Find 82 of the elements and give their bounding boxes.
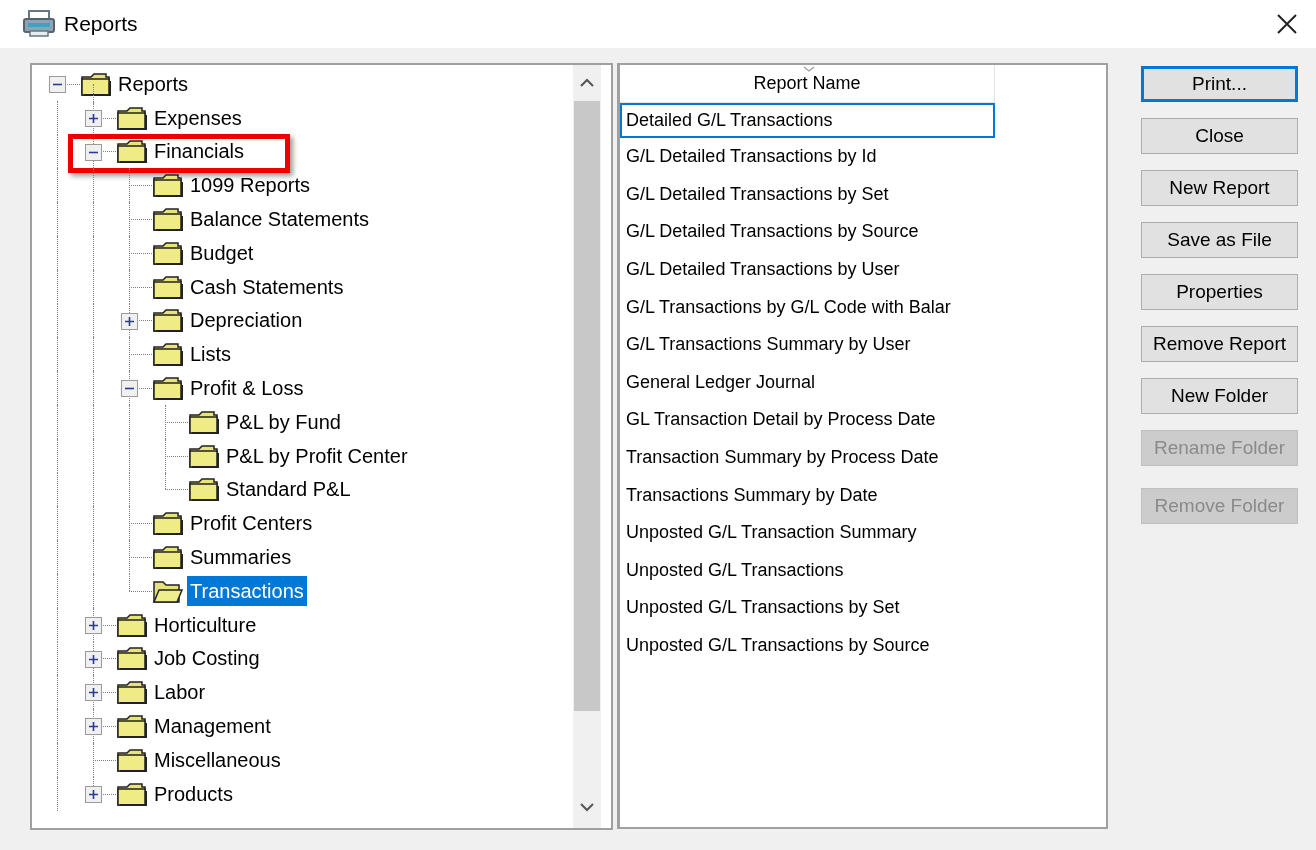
tree-item[interactable]: Job Costing: [151, 643, 263, 674]
report-row[interactable]: Unposted G/L Transactions by Set: [620, 589, 995, 627]
folder-icon: [152, 341, 183, 368]
report-row[interactable]: Detailed G/L Transactions: [620, 103, 995, 138]
folder-icon: [152, 510, 183, 537]
tree-item[interactable]: Cash Statements: [187, 271, 347, 302]
tree-item[interactable]: P&L by Fund: [223, 406, 344, 437]
report-row[interactable]: G/L Transactions Summary by User: [620, 325, 995, 364]
report-row[interactable]: General Ledger Journal: [620, 363, 995, 402]
tree-item[interactable]: Lists: [187, 339, 235, 370]
collapse-toggle[interactable]: [85, 143, 102, 161]
tree-item[interactable]: Products: [151, 778, 236, 809]
sort-caret-icon: [803, 66, 815, 72]
folder-icon: [116, 138, 147, 165]
expand-toggle[interactable]: [85, 718, 102, 736]
report-row[interactable]: Unposted G/L Transactions: [620, 551, 995, 590]
folder-icon: [188, 476, 219, 503]
expand-toggle[interactable]: [85, 616, 102, 634]
dialog-button[interactable]: Print...: [1141, 66, 1298, 102]
tree-item[interactable]: Budget: [187, 237, 257, 268]
report-row[interactable]: G/L Detailed Transactions by Id: [620, 138, 995, 176]
tree-item[interactable]: Summaries: [187, 542, 295, 573]
window-title: Reports: [64, 11, 138, 38]
folder-icon: [116, 645, 147, 672]
close-icon[interactable]: [1276, 13, 1298, 35]
report-row[interactable]: G/L Transactions by G/L Code with Balar: [620, 288, 995, 326]
tree-item[interactable]: 1099 Reports: [187, 170, 314, 201]
tree-item[interactable]: P&L by Profit Center: [223, 440, 411, 471]
tree-item[interactable]: Expenses: [151, 102, 245, 133]
tree-item[interactable]: Management: [151, 711, 274, 742]
folder-icon: [152, 544, 183, 571]
dialog-button[interactable]: New Folder: [1141, 378, 1298, 414]
folder-icon: [188, 408, 219, 435]
expand-toggle[interactable]: [85, 109, 102, 127]
tree-item[interactable]: Standard P&L: [223, 474, 354, 505]
folder-icon: [116, 679, 147, 706]
folder-icon: [116, 713, 147, 740]
folder-icon: [116, 780, 147, 807]
folder-icon: [152, 375, 183, 402]
tree-item[interactable]: Horticulture: [151, 609, 260, 640]
tree-item[interactable]: Balance Statements: [187, 204, 372, 235]
expand-toggle[interactable]: [85, 684, 102, 702]
scroll-down-icon[interactable]: [580, 803, 594, 812]
folder-icon: [188, 442, 219, 469]
folder-icon: [116, 104, 147, 131]
collapse-toggle[interactable]: [49, 76, 66, 93]
tree-item[interactable]: Labor: [151, 677, 209, 708]
folder-icon: [152, 307, 183, 334]
printer-icon: [22, 10, 56, 38]
tree-item[interactable]: Miscellaneous: [151, 744, 284, 775]
expand-toggle[interactable]: [121, 312, 138, 330]
expand-toggle[interactable]: [85, 785, 102, 803]
report-row[interactable]: G/L Detailed Transactions by Source: [620, 213, 995, 251]
dialog-button[interactable]: Save as File: [1141, 222, 1298, 258]
report-row[interactable]: G/L Detailed Transactions by User: [620, 250, 995, 289]
report-row[interactable]: GL Transaction Detail by Process Date: [620, 401, 995, 439]
report-row[interactable]: Transactions Summary by Date: [620, 476, 995, 514]
tree-item[interactable]: Transactions: [187, 575, 307, 606]
tree-item[interactable]: Profit & Loss: [187, 373, 307, 404]
tree-item[interactable]: Depreciation: [187, 305, 306, 336]
collapse-toggle[interactable]: [121, 380, 138, 398]
folder-icon: [116, 746, 147, 773]
column-header[interactable]: Report Name: [620, 65, 995, 103]
folder-icon: [152, 239, 183, 266]
folder-icon: [152, 273, 183, 300]
tree-item[interactable]: Financials: [151, 136, 248, 167]
dialog-button[interactable]: Remove Report: [1141, 326, 1298, 362]
report-row[interactable]: Transaction Summary by Process Date: [620, 438, 995, 477]
dialog-button[interactable]: New Report: [1141, 170, 1298, 206]
dialog-button[interactable]: Close: [1141, 118, 1298, 154]
report-row[interactable]: Unposted G/L Transaction Summary: [620, 513, 995, 552]
folder-icon: [152, 206, 183, 233]
dialog-button[interactable]: Properties: [1141, 274, 1298, 310]
folder-icon: [80, 70, 111, 97]
report-row[interactable]: G/L Detailed Transactions by Set: [620, 175, 995, 214]
folder-icon: [152, 172, 183, 199]
tree-item[interactable]: Reports: [115, 68, 192, 99]
folder-icon: [116, 611, 147, 638]
scroll-up-icon[interactable]: [580, 78, 594, 87]
expand-toggle[interactable]: [85, 650, 102, 668]
report-row[interactable]: Unposted G/L Transactions by Source: [620, 626, 995, 665]
tree-item[interactable]: Profit Centers: [187, 508, 316, 539]
